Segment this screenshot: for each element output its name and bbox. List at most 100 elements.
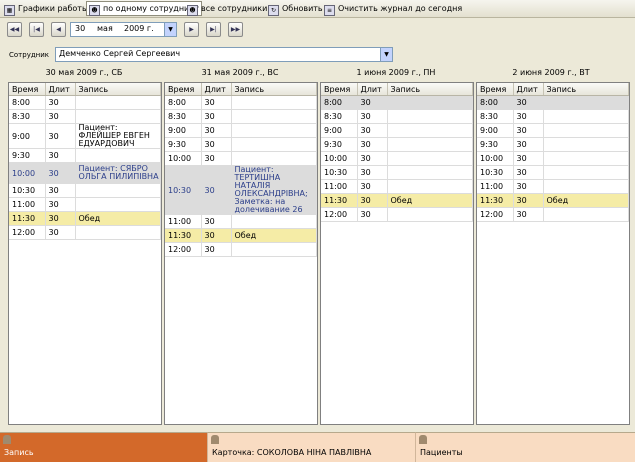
table-row[interactable]: 11:30 30 Обед bbox=[9, 211, 161, 226]
schedule-table: Время Длит Запись 8:00 30 8:30 30 9:00 30 9:30 30 1… bbox=[165, 83, 317, 257]
table-row[interactable]: 8:30 30 bbox=[477, 109, 629, 124]
refresh-button[interactable]: ↻ Обновить bbox=[266, 2, 325, 16]
table-row[interactable]: 8:30 30 bbox=[165, 109, 317, 124]
table-row[interactable]: 10:30 30 Пациент: ТЕРТИШНА НАТАЛІЯ ОЛЕКСАН… bbox=[165, 165, 317, 215]
last-day-icon[interactable]: ▶| bbox=[206, 22, 221, 37]
column-header-time[interactable]: Время bbox=[477, 83, 514, 96]
column-header-duration[interactable]: Длит bbox=[45, 83, 76, 96]
cell-duration: 30 bbox=[513, 165, 544, 180]
table-row[interactable]: 8:00 30 bbox=[165, 95, 317, 110]
cell-record bbox=[387, 165, 473, 180]
table-row[interactable]: 11:30 30 Обед bbox=[165, 228, 317, 243]
cell-record bbox=[231, 214, 317, 229]
table-row[interactable]: 9:30 30 bbox=[321, 137, 473, 152]
cell-record bbox=[387, 95, 473, 110]
table-row[interactable]: 12:00 30 bbox=[321, 207, 473, 222]
table-row[interactable]: 11:30 30 Обед bbox=[477, 193, 629, 208]
day-grid-1[interactable]: Время Длит Запись 8:00 30 8:30 30 9:00 30 9:30 30 1… bbox=[164, 82, 318, 425]
cell-record bbox=[387, 123, 473, 138]
cell-record bbox=[387, 179, 473, 194]
cell-record: Пациент: ТЕРТИШНА НАТАЛІЯ ОЛЕКСАНДРІВНА;… bbox=[231, 165, 317, 215]
cell-duration: 30 bbox=[45, 211, 76, 226]
cell-duration: 30 bbox=[201, 109, 232, 124]
table-row[interactable]: 9:30 30 bbox=[477, 137, 629, 152]
column-header-record[interactable]: Запись bbox=[75, 83, 161, 96]
cell-record bbox=[387, 137, 473, 152]
cell-time: 10:00 bbox=[165, 151, 202, 166]
next-day-icon[interactable]: ▶ bbox=[184, 22, 199, 37]
header-row: Время Длит Запись bbox=[477, 83, 629, 96]
refresh-label: Обновить bbox=[282, 4, 323, 13]
cell-record bbox=[543, 123, 629, 138]
table-row[interactable]: 10:00 30 Пациент: СЯБРО ОЛЬГА ПИЛИПІВНА bbox=[9, 162, 161, 184]
table-row[interactable]: 10:00 30 bbox=[165, 151, 317, 166]
date-picker[interactable]: 30 мая 2009 г. ▼ bbox=[70, 22, 177, 37]
cell-time: 8:30 bbox=[321, 109, 358, 124]
schedule-button[interactable]: ▦ Графики работы bbox=[2, 2, 90, 16]
column-header-duration[interactable]: Длит bbox=[201, 83, 232, 96]
table-row[interactable]: 11:00 30 bbox=[9, 197, 161, 212]
table-row[interactable]: 11:30 30 Обед bbox=[321, 193, 473, 208]
column-header-time[interactable]: Время bbox=[9, 83, 46, 96]
tab-record[interactable]: Запись bbox=[0, 432, 207, 462]
table-row[interactable]: 12:00 30 bbox=[477, 207, 629, 222]
tab-card[interactable]: Карточка: СОКОЛОВА НІНА ПАВЛІВНА bbox=[207, 432, 416, 462]
column-header-duration[interactable]: Длит bbox=[513, 83, 544, 96]
tab-patients[interactable]: Пациенты bbox=[415, 432, 635, 462]
all-employees-button[interactable]: ☻ все сотрудники bbox=[185, 2, 269, 16]
table-row[interactable]: 12:00 30 bbox=[165, 242, 317, 257]
table-row[interactable]: 9:00 30 bbox=[321, 123, 473, 138]
day-grid-3[interactable]: Время Длит Запись 8:00 30 8:30 30 9:00 30 9:30 30 1… bbox=[476, 82, 630, 425]
table-row[interactable]: 10:30 30 bbox=[477, 165, 629, 180]
employee-select[interactable]: Демченко Сергей Сергеевич ▼ bbox=[55, 47, 393, 62]
chevron-down-icon[interactable]: ▼ bbox=[164, 23, 176, 36]
tab-card-label: Карточка: СОКОЛОВА НІНА ПАВЛІВНА bbox=[212, 448, 372, 457]
first-day-icon[interactable]: |◀ bbox=[29, 22, 44, 37]
table-row[interactable]: 11:00 30 bbox=[165, 214, 317, 229]
table-row[interactable]: 8:00 30 bbox=[321, 95, 473, 110]
cell-duration: 30 bbox=[357, 123, 388, 138]
table-row[interactable]: 9:00 30 bbox=[477, 123, 629, 138]
first-week-icon[interactable]: ◀◀ bbox=[7, 22, 22, 37]
cell-duration: 30 bbox=[513, 109, 544, 124]
day-grid-2[interactable]: Время Длит Запись 8:00 30 8:30 30 9:00 30 9:30 30 1… bbox=[320, 82, 474, 425]
people-icon: ☻ bbox=[187, 5, 198, 16]
column-header-record[interactable]: Запись bbox=[387, 83, 473, 96]
cell-duration: 30 bbox=[45, 183, 76, 198]
column-header-time[interactable]: Время bbox=[165, 83, 202, 96]
column-header-record[interactable]: Запись bbox=[231, 83, 317, 96]
table-row[interactable]: 9:30 30 bbox=[9, 148, 161, 163]
table-row[interactable]: 9:30 30 bbox=[165, 137, 317, 152]
cell-record bbox=[75, 148, 161, 163]
table-row[interactable]: 10:30 30 bbox=[321, 165, 473, 180]
prev-day-icon[interactable]: ◀ bbox=[51, 22, 66, 37]
table-row[interactable]: 8:30 30 bbox=[9, 109, 161, 124]
cell-duration: 30 bbox=[357, 193, 388, 208]
clear-log-button[interactable]: ≡ Очистить журнал до сегодня bbox=[322, 2, 464, 16]
column-header-record[interactable]: Запись bbox=[543, 83, 629, 96]
last-week-icon[interactable]: ▶▶ bbox=[228, 22, 243, 37]
table-row[interactable]: 9:00 30 Пациент: ФЛЕЙШЕР ЕВГЕН ЕДУАРДОВИЧ bbox=[9, 123, 161, 149]
header-row: Время Длит Запись bbox=[165, 83, 317, 96]
cell-record bbox=[231, 137, 317, 152]
table-row[interactable]: 11:00 30 bbox=[321, 179, 473, 194]
table-row[interactable]: 8:00 30 bbox=[9, 95, 161, 110]
table-row[interactable]: 10:00 30 bbox=[477, 151, 629, 166]
date-month: мая bbox=[97, 24, 113, 33]
table-row[interactable]: 10:30 30 bbox=[9, 183, 161, 198]
table-row[interactable]: 11:00 30 bbox=[477, 179, 629, 194]
day-grid-0[interactable]: Время Длит Запись 8:00 30 8:30 30 9:00 30 Пациент… bbox=[8, 82, 162, 425]
chevron-down-icon[interactable]: ▼ bbox=[380, 48, 392, 61]
table-row[interactable]: 8:00 30 bbox=[477, 95, 629, 110]
calendar-icon: ▦ bbox=[4, 5, 15, 16]
table-row[interactable]: 8:30 30 bbox=[321, 109, 473, 124]
toolbar: ▦ Графики работы ☻ по одному сотруднику ☻ в… bbox=[0, 0, 635, 18]
table-row[interactable]: 10:00 30 bbox=[321, 151, 473, 166]
cell-duration: 30 bbox=[45, 197, 76, 212]
table-row[interactable]: 12:00 30 bbox=[9, 225, 161, 240]
column-header-duration[interactable]: Длит bbox=[357, 83, 388, 96]
cell-duration: 30 bbox=[201, 137, 232, 152]
cell-duration: 30 bbox=[357, 137, 388, 152]
table-row[interactable]: 9:00 30 bbox=[165, 123, 317, 138]
column-header-time[interactable]: Время bbox=[321, 83, 358, 96]
